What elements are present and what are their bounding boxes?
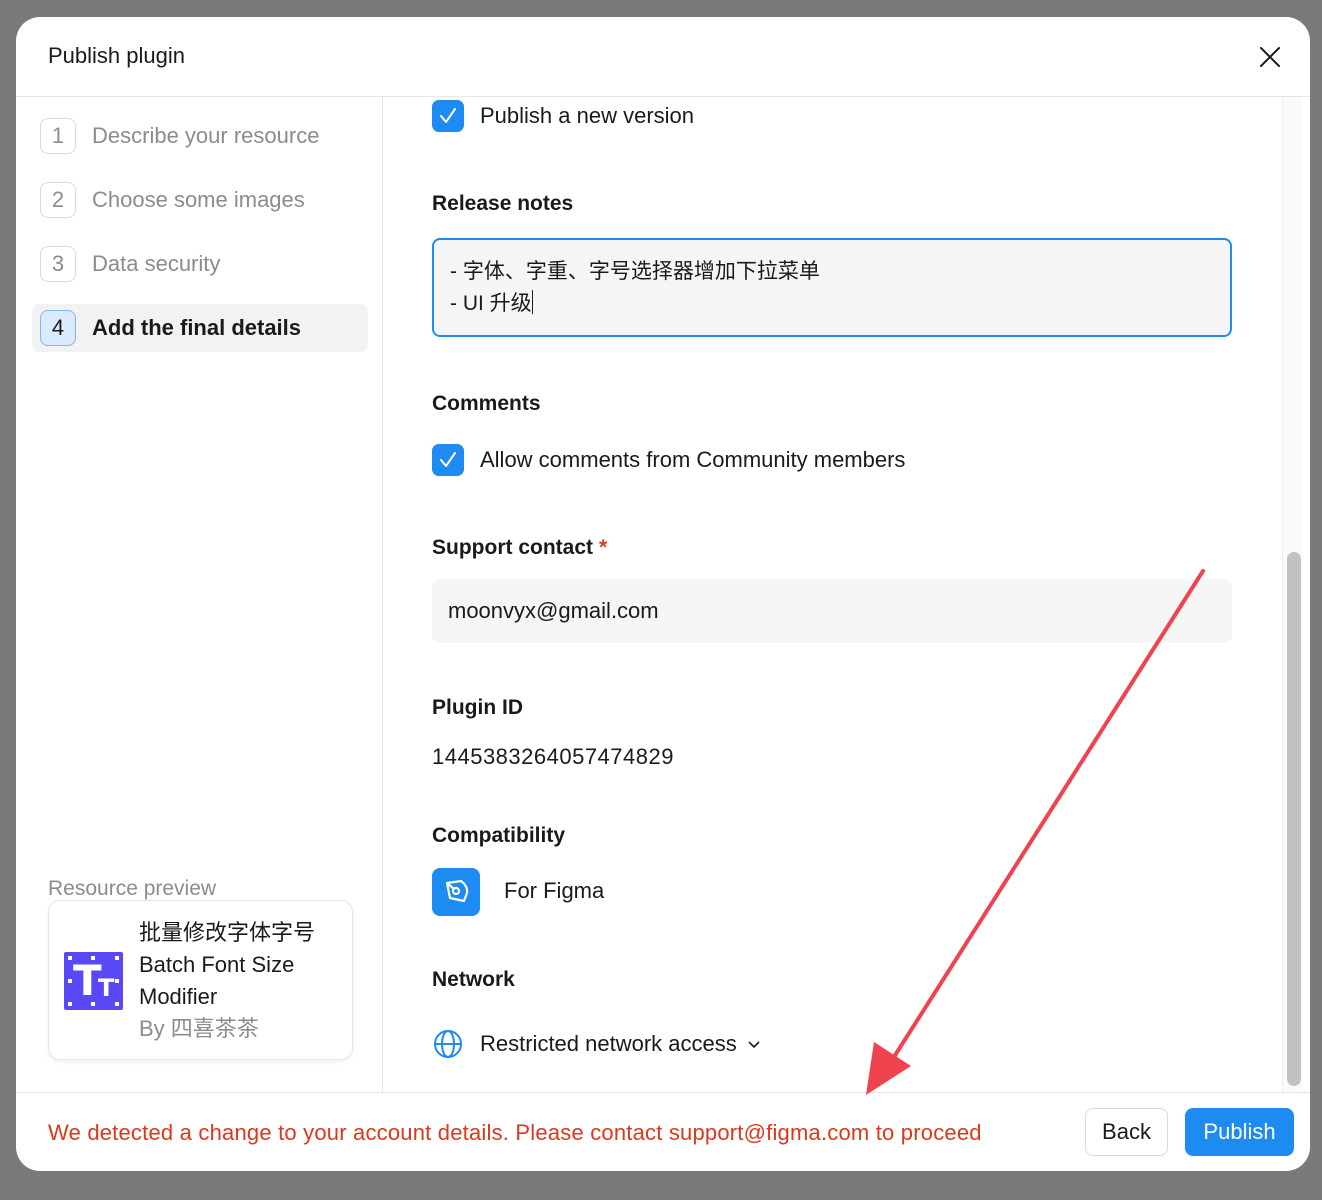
publish-new-version-checkbox[interactable]: [432, 100, 464, 132]
support-contact-title: Support contact *: [432, 536, 608, 559]
text-caret: [531, 290, 534, 314]
network-access-value: Restricted network access: [480, 1031, 737, 1056]
checkmark-icon: [440, 108, 456, 123]
back-button[interactable]: Back: [1085, 1108, 1168, 1156]
plugin-icon: T T: [64, 952, 123, 1010]
steps-sidebar: 1 Describe your resource 2 Choose some i…: [16, 97, 383, 1092]
comments-title: Comments: [432, 392, 541, 415]
step-data-security[interactable]: 3 Data security: [32, 240, 368, 288]
step-label: Describe your resource: [92, 123, 320, 148]
release-notes-textarea[interactable]: - 字体、字重、字号选择器增加下拉菜单 - UI 升级: [432, 238, 1232, 337]
publish-new-version-label: Publish a new version: [480, 103, 695, 128]
step-label: Data security: [92, 251, 221, 276]
close-button[interactable]: [1254, 41, 1286, 73]
resource-preview-card: T T 批量修改字体字号 Batch Font Size Modifier By…: [48, 900, 353, 1060]
release-notes-title: Release notes: [432, 192, 574, 215]
dialog-footer: We detected a change to your account det…: [16, 1092, 1310, 1171]
publish-plugin-dialog: Publish plugin 1 Describe your resource …: [16, 17, 1310, 1171]
support-contact-input[interactable]: moonvyx@gmail.com: [432, 579, 1232, 643]
plugin-author: By 四喜茶茶: [139, 1016, 259, 1041]
step-label: Choose some images: [92, 187, 305, 212]
publish-button[interactable]: Publish: [1185, 1108, 1294, 1156]
globe-icon: [434, 1030, 462, 1058]
step-choose-images[interactable]: 2 Choose some images: [32, 176, 368, 224]
required-mark: *: [599, 536, 608, 559]
scrollbar[interactable]: [1282, 97, 1302, 1092]
release-notes-value: - 字体、字重、字号选择器增加下拉菜单 - UI 升级: [450, 260, 820, 315]
scrollbar-thumb[interactable]: [1287, 552, 1301, 1086]
plugin-name-cn: 批量修改字体字号: [139, 920, 316, 945]
close-icon: [1260, 47, 1280, 67]
details-form: Publish a new version Release notes - 字体…: [384, 97, 1280, 1092]
plugin-id-value: 1445383264057474829: [432, 744, 674, 769]
support-contact-value: moonvyx@gmail.com: [448, 598, 659, 623]
plugin-id-title: Plugin ID: [432, 696, 523, 719]
chevron-down-icon: [748, 1041, 760, 1049]
step-number: 2: [40, 182, 76, 218]
step-label: Add the final details: [92, 315, 302, 340]
compatibility-value: For Figma: [504, 878, 605, 903]
compatibility-title: Compatibility: [432, 824, 566, 847]
step-number: 4: [40, 310, 76, 346]
step-number: 3: [40, 246, 76, 282]
figma-pen-icon: [432, 868, 480, 916]
dialog-header: Publish plugin: [16, 17, 1310, 97]
allow-comments-label: Allow comments from Community members: [480, 447, 906, 472]
step-describe-resource[interactable]: 1 Describe your resource: [32, 112, 368, 160]
checkmark-icon: [440, 452, 456, 467]
resource-preview-heading: Resource preview: [48, 877, 217, 900]
plugin-name-en: Batch Font Size Modifier: [139, 952, 295, 1009]
step-add-final-details[interactable]: 4 Add the final details: [32, 304, 368, 352]
preview-text: 批量修改字体字号 Batch Font Size Modifier By 四喜茶…: [139, 917, 339, 1045]
network-title: Network: [432, 968, 515, 991]
dialog-title: Publish plugin: [48, 43, 185, 68]
allow-comments-checkbox[interactable]: [432, 444, 464, 476]
step-number: 1: [40, 118, 76, 154]
account-error-message: We detected a change to your account det…: [48, 1120, 982, 1145]
network-access-dropdown[interactable]: Restricted network access: [432, 1028, 761, 1060]
